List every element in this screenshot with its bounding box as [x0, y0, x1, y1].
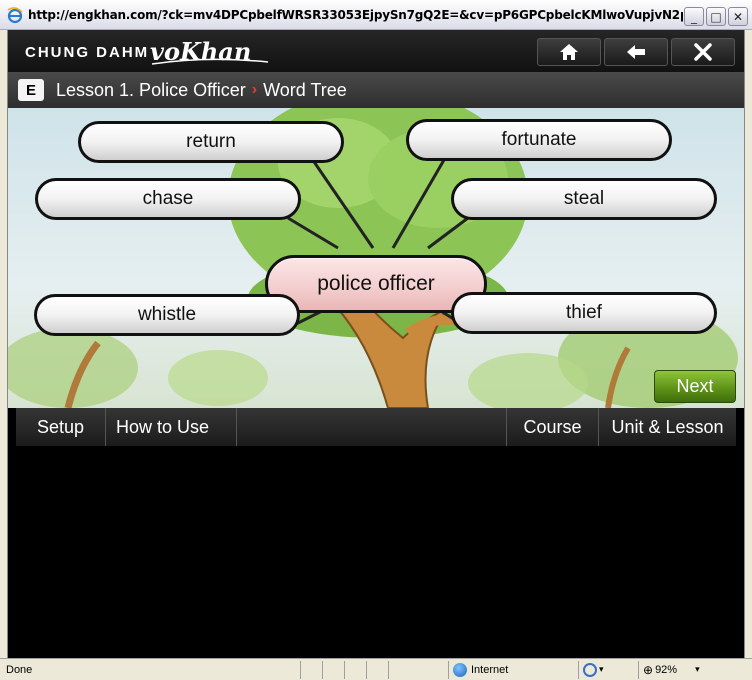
bottom-nav: Setup How to Use Course Unit & Lesson [16, 408, 736, 446]
browser-status-bar: Done Internet ▾ ⊕ 92% ▾ [0, 658, 752, 680]
status-segment [344, 660, 366, 679]
word-return[interactable]: return [78, 121, 344, 163]
setup-button[interactable]: Setup [16, 408, 106, 446]
window-frame-left [0, 30, 8, 658]
zoom-level: 92% [655, 663, 678, 676]
window-close-button[interactable]: ✕ [728, 7, 748, 26]
browser-title-bar: http://engkhan.com/?ck=mv4DPCpbelfWRSR33… [0, 0, 752, 30]
status-segment [300, 660, 322, 679]
word-fortunate[interactable]: fortunate [406, 119, 672, 161]
brand-logo-script: voKhan [150, 37, 269, 66]
course-button[interactable]: Course [507, 408, 599, 446]
bottom-nav-spacer [237, 408, 507, 446]
how-to-use-button[interactable]: How to Use [106, 408, 237, 446]
zoom-dropdown-icon[interactable]: ▾ [695, 664, 700, 675]
window-frame-right [744, 30, 752, 658]
maximize-button[interactable]: □ [706, 7, 726, 26]
internet-globe-icon [453, 662, 467, 677]
protected-mode[interactable]: ▾ [578, 660, 638, 679]
breadcrumb-separator-icon: › [251, 81, 258, 98]
back-button[interactable] [604, 38, 668, 66]
status-segment [366, 660, 388, 679]
home-icon [560, 44, 578, 60]
breadcrumb: E Lesson 1. Police Officer › Word Tree [8, 72, 744, 108]
zoom-icon: ⊕ [643, 662, 654, 677]
status-segment [322, 660, 344, 679]
app-header: CHUNG DAHM voKhan [8, 30, 744, 72]
zoom-control[interactable]: ⊕ 92% ▾ [638, 660, 718, 679]
dropdown-arrow-icon: ▾ [599, 664, 604, 674]
ie-icon [6, 6, 24, 24]
home-button[interactable] [537, 38, 601, 66]
unit-lesson-button[interactable]: Unit & Lesson [599, 408, 736, 446]
word-chase[interactable]: chase [35, 178, 301, 220]
word-tree-stage: return fortunate chase steal police offi… [8, 108, 744, 408]
minimize-button[interactable]: _ [684, 7, 704, 26]
lesson-title: Lesson 1. Police Officer [56, 79, 246, 100]
security-zone[interactable]: Internet [448, 660, 578, 679]
next-button[interactable]: Next [654, 370, 736, 403]
close-button[interactable] [671, 38, 735, 66]
level-badge: E [18, 79, 44, 101]
status-text: Done [6, 663, 33, 676]
status-segment [388, 660, 448, 679]
back-arrow-icon [627, 45, 645, 59]
word-steal[interactable]: steal [451, 178, 717, 220]
close-icon [694, 43, 712, 61]
app-content: CHUNG DAHM voKhan E Lesson 1. Police Off… [8, 30, 744, 658]
zone-label: Internet [471, 663, 509, 676]
page-title: Word Tree [263, 79, 347, 100]
word-whistle[interactable]: whistle [34, 294, 300, 336]
lock-icon [583, 662, 597, 677]
browser-title: http://engkhan.com/?ck=mv4DPCpbelfWRSR33… [28, 7, 683, 22]
brand-name: CHUNG DAHM [25, 44, 150, 61]
brand-logo: voKhan [148, 36, 273, 73]
word-thief[interactable]: thief [451, 292, 717, 334]
